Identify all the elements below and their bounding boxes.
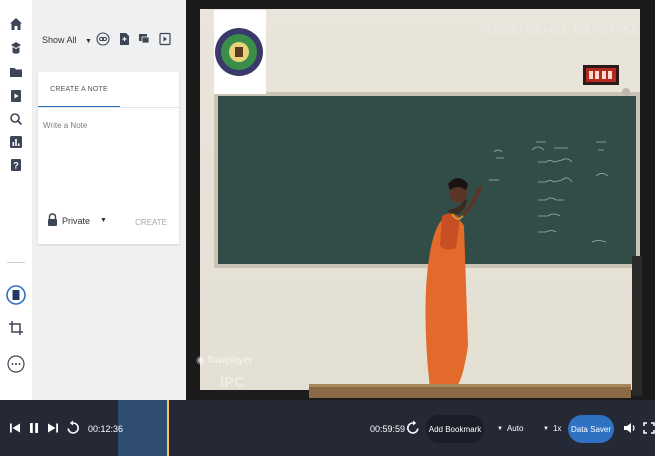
add-bookmark-button[interactable]: Add Bookmark — [426, 415, 484, 443]
speed-dropdown[interactable]: ▼ 1x — [543, 424, 561, 433]
show-all-label: Show All — [42, 35, 77, 45]
side-navigation-rail: ? — [0, 0, 32, 400]
lecture-video-frame — [186, 0, 655, 400]
search-icon[interactable] — [6, 109, 26, 129]
chevron-down-icon: ▼ — [100, 217, 107, 224]
data-saver-button[interactable]: Data Saver — [568, 415, 614, 443]
create-note-card: CREATE A NOTE Write a Note Private ▼ CRE… — [38, 72, 179, 244]
chevron-down-icon: ▼ — [85, 38, 92, 45]
lock-icon — [47, 213, 58, 228]
help-icon[interactable]: ? — [6, 155, 26, 175]
chat-icon[interactable] — [135, 30, 153, 48]
flowplayer-label: flowplayer — [207, 355, 253, 366]
forward-10-icon[interactable] — [405, 419, 421, 436]
note-text-input[interactable]: Write a Note — [43, 121, 87, 130]
fullscreen-icon[interactable] — [643, 421, 655, 435]
pause-icon[interactable] — [27, 421, 41, 435]
tab-underline-divider — [38, 107, 179, 108]
chevron-down-icon: ▼ — [497, 425, 503, 432]
video-overlay-timestamp: 2000-01-03 00:27:58 — [485, 23, 639, 38]
video-icon[interactable] — [156, 30, 174, 48]
crop-icon[interactable] — [6, 318, 26, 338]
rewind-10-icon[interactable] — [65, 419, 81, 436]
privacy-label: Private — [62, 215, 91, 226]
speed-label: 1x — [552, 424, 562, 433]
flowplayer-watermark: ◉ flowplayer — [196, 355, 253, 366]
quality-label: Auto — [506, 424, 524, 433]
bar-chart-icon[interactable] — [6, 132, 26, 152]
notes-panel: Show All ▼ CREATE A NOTE Write a Note Pr… — [32, 0, 186, 400]
privacy-dropdown[interactable]: Private ▼ — [47, 213, 107, 228]
graduation-cap-icon[interactable] — [6, 38, 26, 58]
progress-buffered[interactable] — [118, 400, 168, 456]
play-circle-icon: ◉ — [196, 355, 205, 366]
video-duration: 00:59:59 — [370, 424, 406, 434]
ipc-watermark: IPC — [220, 374, 246, 391]
home-icon[interactable] — [6, 14, 26, 34]
chevron-down-icon: ▼ — [543, 425, 549, 432]
svg-text:?: ? — [13, 161, 19, 171]
tab-create-note[interactable]: CREATE A NOTE — [38, 72, 120, 108]
document-icon[interactable] — [115, 30, 133, 48]
video-file-icon[interactable] — [6, 86, 26, 106]
video-player[interactable]: 2000-01-03 00:27:58 ◉ flowplayer IPC — [186, 0, 655, 400]
show-all-dropdown[interactable]: Show All ▼ — [42, 35, 92, 45]
current-time: 00:12:36 — [88, 424, 124, 434]
volume-icon[interactable] — [623, 421, 637, 435]
more-icon[interactable] — [6, 354, 26, 374]
link-icon[interactable] — [94, 30, 112, 48]
create-note-button[interactable]: CREATE — [135, 218, 167, 227]
folder-icon[interactable] — [6, 62, 26, 82]
quality-dropdown[interactable]: ▼ Auto — [497, 424, 523, 433]
rail-divider — [7, 262, 25, 263]
skip-back-icon[interactable] — [8, 421, 22, 435]
notes-toolbar: Show All ▼ — [32, 0, 186, 60]
skip-forward-icon[interactable] — [46, 421, 60, 435]
progress-playhead[interactable] — [167, 400, 169, 456]
notebook-icon[interactable] — [6, 285, 26, 305]
